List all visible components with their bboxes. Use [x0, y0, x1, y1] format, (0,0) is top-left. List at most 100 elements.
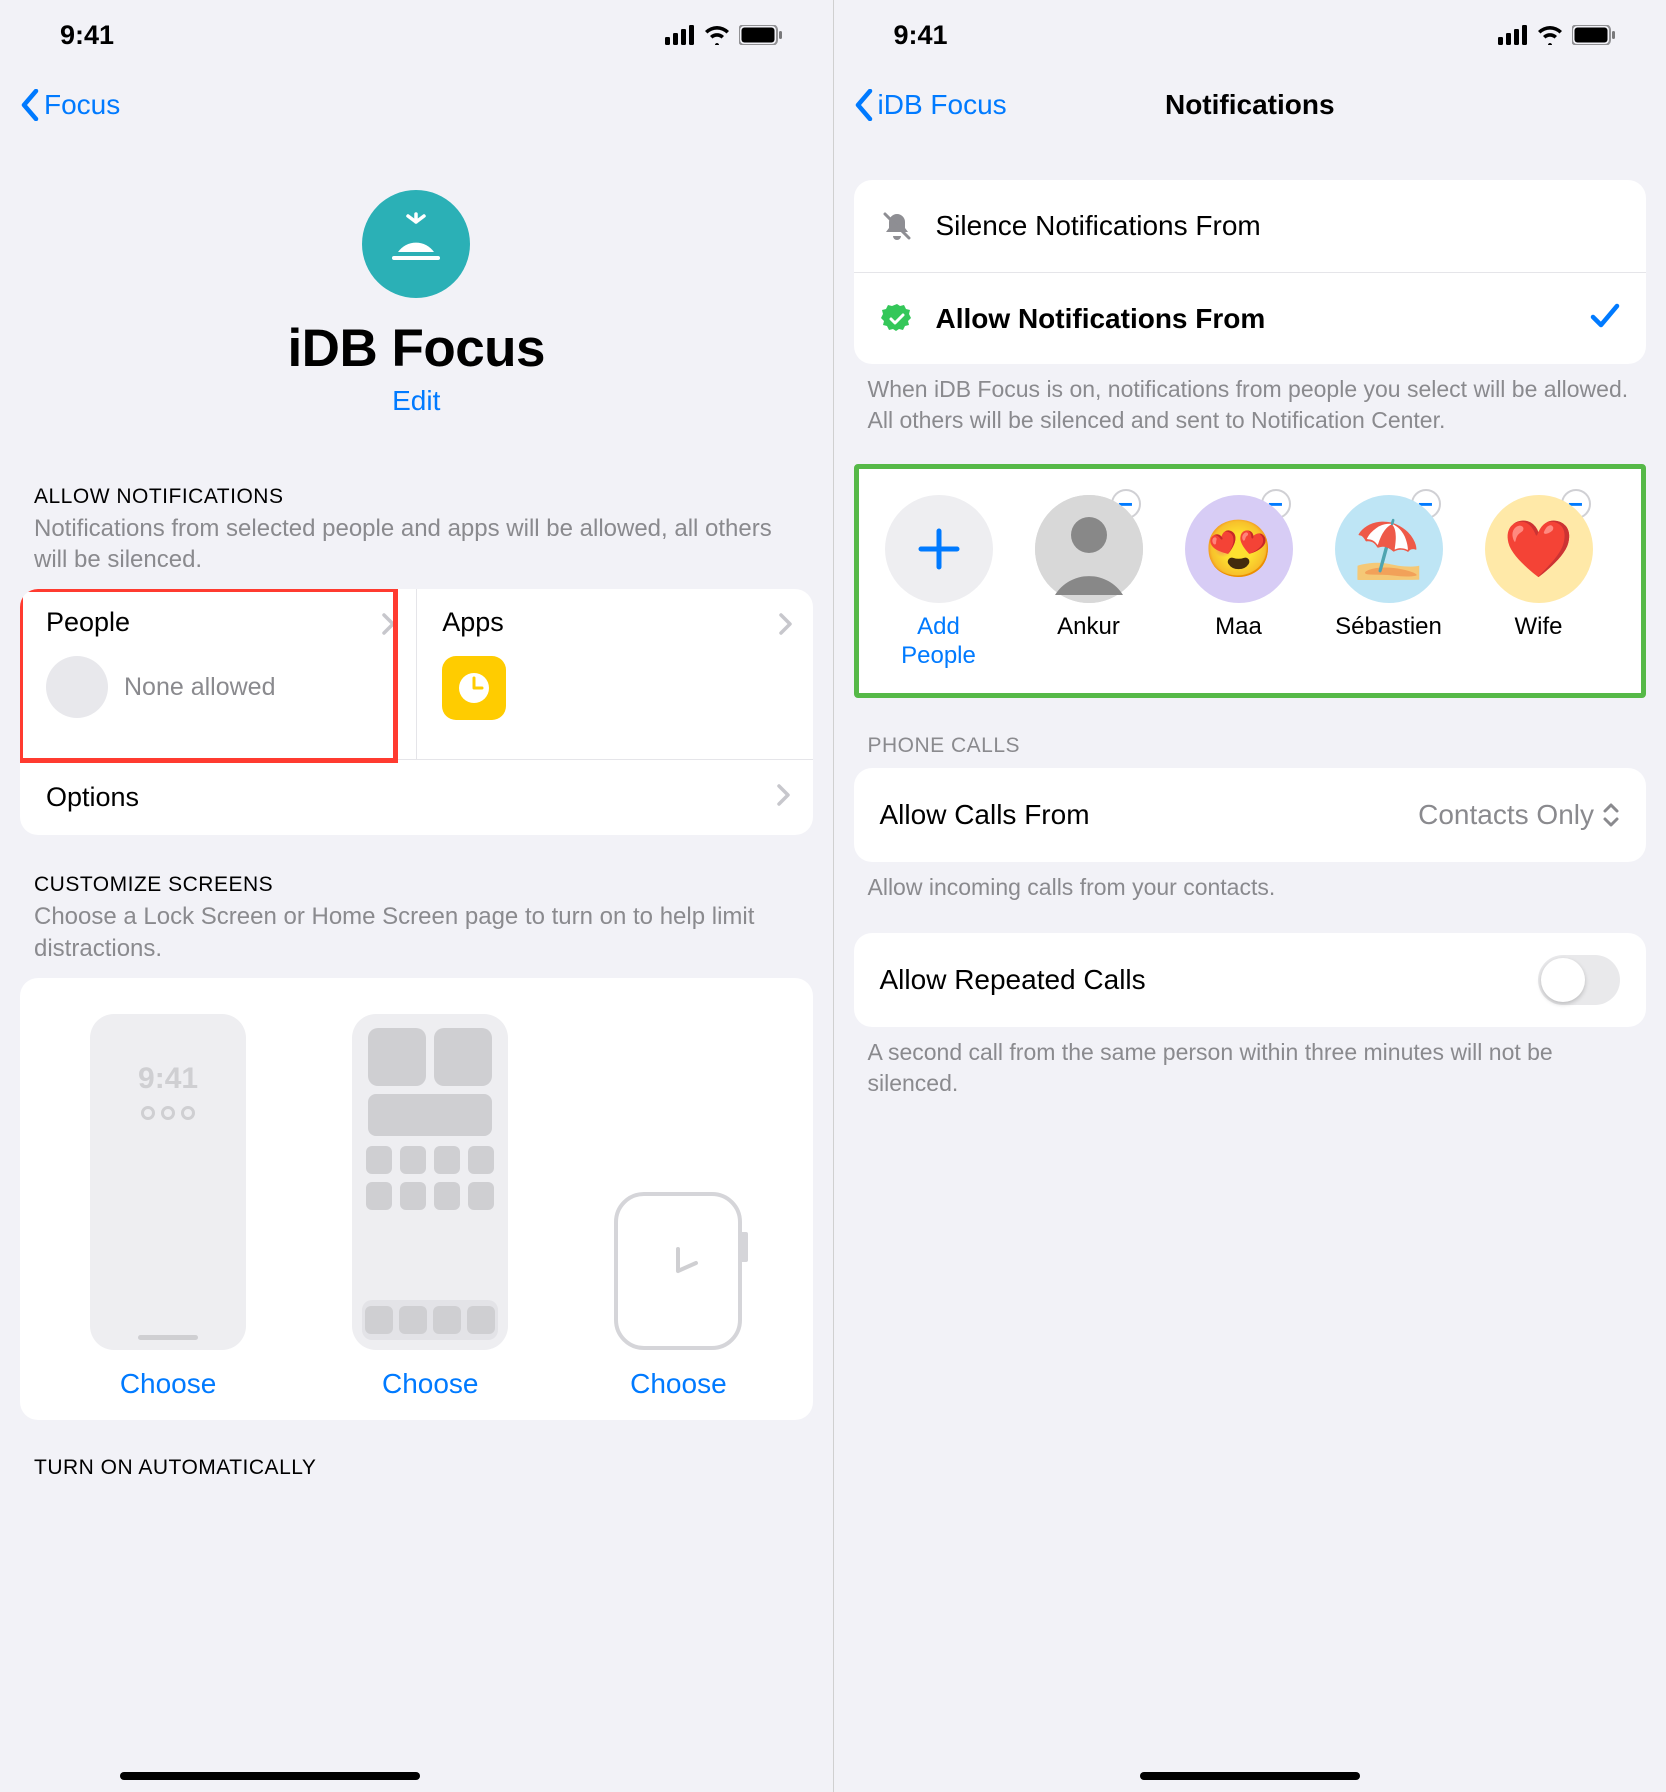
- right-screen: 9:41 iDB Focus Notifications Silence Not…: [834, 0, 1666, 1792]
- allow-calls-row[interactable]: Allow Calls From Contacts Only: [854, 768, 1647, 862]
- watch-column: Choose: [614, 1014, 742, 1400]
- repeated-calls-card: Allow Repeated Calls: [854, 933, 1647, 1027]
- avatar: 😍: [1185, 495, 1293, 603]
- choose-homescreen-button[interactable]: Choose: [382, 1368, 479, 1400]
- wifi-icon: [1536, 25, 1564, 45]
- people-none-label: None allowed: [124, 673, 276, 702]
- battery-icon: [1572, 25, 1616, 45]
- allow-calls-value: Contacts Only: [1418, 799, 1620, 831]
- repeated-calls-toggle[interactable]: [1538, 955, 1620, 1005]
- phone-calls-header: PHONE CALLS: [834, 734, 1666, 758]
- chevron-right-icon: [777, 784, 791, 811]
- clock-app-icon: [442, 656, 506, 720]
- left-screen: 9:41 Focus iDB Focus Edit ALLOW NOTIFICA…: [0, 0, 833, 1792]
- allow-label: Allow Notifications From: [936, 303, 1569, 335]
- person-name: Maa: [1215, 613, 1262, 641]
- notifications-card: People None allowed Apps: [20, 589, 813, 835]
- section-title: ALLOW NOTIFICATIONS: [34, 485, 799, 509]
- allow-desc: When iDB Focus is on, notifications from…: [834, 364, 1666, 436]
- lockscreen-column: 9:41 Choose: [90, 1014, 246, 1400]
- choose-lockscreen-button[interactable]: Choose: [120, 1368, 217, 1400]
- allowed-people-box: Add People −Ankur−😍Maa−⛱️Sébastien−❤️Wif…: [854, 464, 1647, 698]
- person-name: Ankur: [1057, 613, 1120, 641]
- allow-calls-card: Allow Calls From Contacts Only: [854, 768, 1647, 862]
- person-sébastien[interactable]: −⛱️Sébastien: [1329, 495, 1449, 671]
- repeated-calls-row: Allow Repeated Calls: [854, 933, 1647, 1027]
- person-ankur[interactable]: −Ankur: [1029, 495, 1149, 671]
- homescreen-preview[interactable]: [352, 1014, 508, 1350]
- avatar: [1035, 495, 1143, 603]
- avatar: ❤️: [1485, 495, 1593, 603]
- page-title: Notifications: [1165, 89, 1335, 121]
- turn-on-header: TURN ON AUTOMATICALLY: [0, 1456, 833, 1480]
- watch-hands-icon: [648, 1241, 708, 1301]
- watch-preview[interactable]: [614, 1192, 742, 1350]
- allow-calls-desc: Allow incoming calls from your contacts.: [834, 862, 1666, 903]
- people-label: People: [46, 607, 394, 638]
- chevron-right-icon: [779, 613, 793, 640]
- nav-bar: Focus: [0, 70, 833, 140]
- allow-notifications-row[interactable]: Allow Notifications From: [854, 272, 1647, 364]
- focus-mode-icon: [362, 190, 470, 298]
- wifi-icon: [703, 25, 731, 45]
- status-time: 9:41: [894, 20, 948, 51]
- section-title: CUSTOMIZE SCREENS: [34, 873, 799, 897]
- allow-notifications-header: ALLOW NOTIFICATIONS Notifications from s…: [0, 485, 833, 575]
- section-desc: Choose a Lock Screen or Home Screen page…: [34, 901, 799, 963]
- avatar: ⛱️: [1335, 495, 1443, 603]
- add-people-label: Add People: [879, 613, 999, 671]
- customize-header: CUSTOMIZE SCREENS Choose a Lock Screen o…: [0, 873, 833, 963]
- person-name: Sébastien: [1335, 613, 1442, 641]
- back-label: iDB Focus: [878, 89, 1007, 121]
- lock-indicator: [138, 1335, 198, 1340]
- lock-dots-icon: [90, 1106, 246, 1120]
- homescreen-column: Choose: [352, 1014, 508, 1400]
- cellular-icon: [665, 25, 695, 45]
- repeated-desc: A second call from the same person withi…: [834, 1027, 1666, 1099]
- options-label: Options: [46, 782, 139, 813]
- apps-label: Apps: [442, 607, 790, 638]
- updown-chevron-icon: [1602, 802, 1620, 828]
- status-time: 9:41: [60, 20, 114, 51]
- notification-mode-card: Silence Notifications From Allow Notific…: [854, 180, 1647, 364]
- chevron-left-icon: [854, 89, 874, 121]
- back-button[interactable]: iDB Focus: [854, 89, 1007, 121]
- lockscreen-preview[interactable]: 9:41: [90, 1014, 246, 1350]
- people-apps-row: People None allowed Apps: [20, 589, 813, 759]
- cellular-icon: [1498, 25, 1528, 45]
- check-icon: [1590, 302, 1620, 335]
- edit-button[interactable]: Edit: [392, 385, 440, 417]
- choose-watch-button[interactable]: Choose: [630, 1368, 727, 1400]
- empty-avatar-icon: [46, 656, 108, 718]
- nav-bar: iDB Focus Notifications: [834, 70, 1666, 140]
- add-people-button[interactable]: Add People: [879, 495, 999, 671]
- back-button[interactable]: Focus: [20, 89, 120, 121]
- chevron-left-icon: [20, 89, 40, 121]
- page-title: iDB Focus: [287, 318, 545, 379]
- people-cell[interactable]: People None allowed: [20, 589, 416, 759]
- allow-calls-label: Allow Calls From: [880, 799, 1090, 831]
- lock-time: 9:41: [90, 1014, 246, 1096]
- person-maa[interactable]: −😍Maa: [1179, 495, 1299, 671]
- status-bar: 9:41: [834, 0, 1666, 70]
- home-indicator: [1140, 1772, 1360, 1780]
- bell-slash-icon: [880, 210, 914, 242]
- chevron-right-icon: [382, 613, 396, 640]
- status-bar: 9:41: [0, 0, 833, 70]
- customize-screens-card: 9:41 Choose Choose Choose: [20, 978, 813, 1420]
- repeated-label: Allow Repeated Calls: [880, 964, 1146, 996]
- checkmark-seal-icon: [880, 303, 914, 335]
- apps-sub: [442, 656, 790, 720]
- status-icons: [665, 25, 783, 45]
- back-label: Focus: [44, 89, 120, 121]
- silence-notifications-row[interactable]: Silence Notifications From: [854, 180, 1647, 272]
- options-row[interactable]: Options: [20, 759, 813, 835]
- home-indicator: [120, 1772, 420, 1780]
- apps-cell[interactable]: Apps: [416, 589, 812, 759]
- silence-label: Silence Notifications From: [936, 210, 1621, 242]
- battery-icon: [739, 25, 783, 45]
- status-icons: [1498, 25, 1616, 45]
- people-sub: None allowed: [46, 656, 394, 718]
- toggle-knob: [1541, 958, 1585, 1002]
- person-wife[interactable]: −❤️Wife: [1479, 495, 1599, 671]
